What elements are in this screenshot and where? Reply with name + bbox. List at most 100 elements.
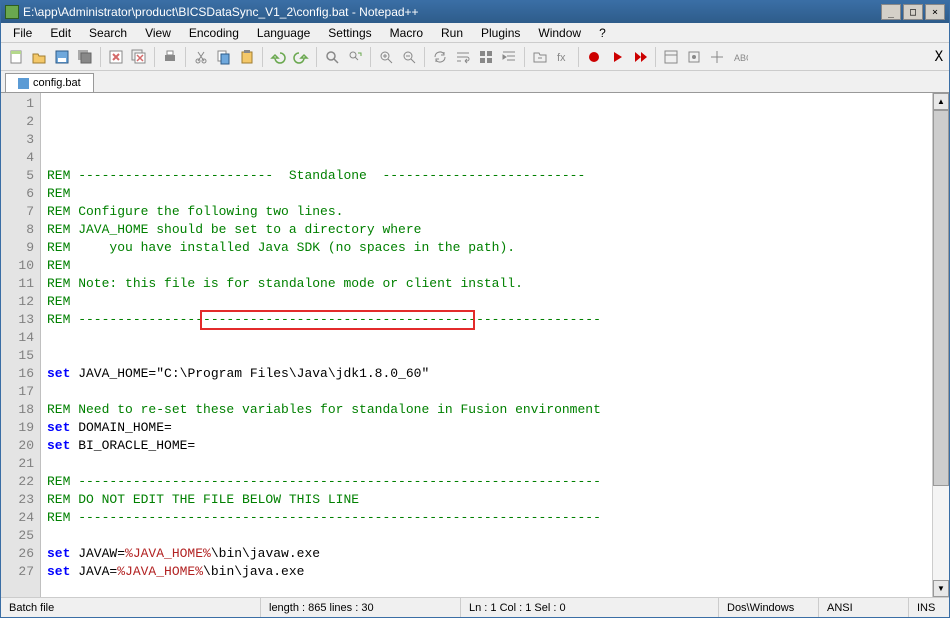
statusbar: Batch file length : 865 lines : 30 Ln : … — [1, 597, 949, 617]
code-line[interactable]: set JAVA_HOME="C:\Program Files\Java\jdk… — [47, 365, 926, 383]
line-number: 14 — [3, 329, 34, 347]
svg-text:fx: fx — [557, 52, 566, 64]
play-button[interactable] — [606, 46, 628, 68]
save-icon — [54, 49, 70, 65]
open-button[interactable] — [28, 46, 50, 68]
misc2-button[interactable] — [683, 46, 705, 68]
status-eol: Dos\Windows — [719, 598, 819, 617]
folder-icon — [532, 49, 548, 65]
code-line[interactable] — [47, 527, 926, 545]
maximize-button[interactable]: □ — [903, 4, 923, 20]
close-button[interactable] — [105, 46, 127, 68]
code-line[interactable]: set DOMAIN_HOME= — [47, 419, 926, 437]
close-document-button[interactable]: X — [935, 49, 943, 65]
code-line[interactable] — [47, 455, 926, 473]
code-line[interactable]: REM — [47, 185, 926, 203]
paste-icon — [239, 49, 255, 65]
paste-button[interactable] — [236, 46, 258, 68]
menu-window[interactable]: Window — [530, 24, 589, 42]
svg-text:ABC: ABC — [734, 53, 748, 63]
minimize-button[interactable]: _ — [881, 4, 901, 20]
scroll-thumb[interactable] — [933, 110, 949, 486]
func-button[interactable]: fx — [552, 46, 574, 68]
line-number: 23 — [3, 491, 34, 509]
code-line[interactable]: REM — [47, 257, 926, 275]
folder-button[interactable] — [529, 46, 551, 68]
window-title: E:\app\Administrator\product\BICSDataSyn… — [23, 5, 881, 19]
menu-run[interactable]: Run — [433, 24, 471, 42]
scroll-up-button[interactable]: ▲ — [933, 93, 949, 110]
line-number: 16 — [3, 365, 34, 383]
code-line[interactable]: REM — [47, 293, 926, 311]
misc4-button[interactable]: ABC — [729, 46, 751, 68]
menu-edit[interactable]: Edit — [42, 24, 79, 42]
code-line[interactable]: set JAVA=%JAVA_HOME%\bin\java.exe — [47, 563, 926, 581]
code-line[interactable]: REM ------------------------------------… — [47, 509, 926, 527]
scroll-down-button[interactable]: ▼ — [933, 580, 949, 597]
sync-button[interactable] — [429, 46, 451, 68]
tab-config-bat[interactable]: config.bat — [5, 73, 94, 92]
menu-language[interactable]: Language — [249, 24, 318, 42]
redo-button[interactable] — [290, 46, 312, 68]
code-line[interactable]: set BI_ORACLE_HOME= — [47, 437, 926, 455]
find-icon — [324, 49, 340, 65]
save-button[interactable] — [51, 46, 73, 68]
code-line[interactable]: REM ------------------------------------… — [47, 473, 926, 491]
misc3-button[interactable] — [706, 46, 728, 68]
zoomout-button[interactable] — [398, 46, 420, 68]
wrap-button[interactable] — [452, 46, 474, 68]
code-line[interactable]: REM you have installed Java SDK (no spac… — [47, 239, 926, 257]
code-area[interactable]: REM ------------------------- Standalone… — [41, 93, 932, 597]
rec-button[interactable] — [583, 46, 605, 68]
line-number: 11 — [3, 275, 34, 293]
zoomin-button[interactable] — [375, 46, 397, 68]
menu-help[interactable]: ? — [591, 24, 614, 42]
scroll-track[interactable] — [933, 110, 949, 580]
copy-button[interactable] — [213, 46, 235, 68]
code-line[interactable]: set JAVAW=%JAVA_HOME%\bin\javaw.exe — [47, 545, 926, 563]
new-button[interactable] — [5, 46, 27, 68]
cut-button[interactable] — [190, 46, 212, 68]
code-line[interactable]: REM ------------------------------------… — [47, 311, 926, 329]
menu-view[interactable]: View — [137, 24, 179, 42]
undo-button[interactable] — [267, 46, 289, 68]
copy-icon — [216, 49, 232, 65]
all-button[interactable] — [475, 46, 497, 68]
close-button[interactable]: × — [925, 4, 945, 20]
vertical-scrollbar[interactable]: ▲ ▼ — [932, 93, 949, 597]
menu-encoding[interactable]: Encoding — [181, 24, 247, 42]
code-line[interactable]: REM Need to re-set these variables for s… — [47, 401, 926, 419]
all-icon — [478, 49, 494, 65]
playm-icon — [632, 49, 648, 65]
indent-button[interactable] — [498, 46, 520, 68]
func-icon: fx — [555, 49, 571, 65]
code-line[interactable] — [47, 149, 926, 167]
code-line[interactable] — [47, 383, 926, 401]
menu-plugins[interactable]: Plugins — [473, 24, 528, 42]
playm-button[interactable] — [629, 46, 651, 68]
code-line[interactable] — [47, 347, 926, 365]
code-line[interactable]: REM Note: this file is for standalone mo… — [47, 275, 926, 293]
code-line[interactable] — [47, 329, 926, 347]
line-gutter: 1234567891011121314151617181920212223242… — [1, 93, 41, 597]
replace-button[interactable] — [344, 46, 366, 68]
code-line[interactable]: REM DO NOT EDIT THE FILE BELOW THIS LINE — [47, 491, 926, 509]
find-button[interactable] — [321, 46, 343, 68]
line-number: 8 — [3, 221, 34, 239]
code-line[interactable]: REM Configure the following two lines. — [47, 203, 926, 221]
print-button[interactable] — [159, 46, 181, 68]
closeall-button[interactable] — [128, 46, 150, 68]
line-number: 24 — [3, 509, 34, 527]
line-number: 19 — [3, 419, 34, 437]
redo-icon — [293, 49, 309, 65]
code-line[interactable]: REM JAVA_HOME should be set to a directo… — [47, 221, 926, 239]
code-line[interactable] — [47, 581, 926, 597]
file-icon — [18, 78, 29, 89]
code-line[interactable]: REM ------------------------- Standalone… — [47, 167, 926, 185]
saveall-button[interactable] — [74, 46, 96, 68]
misc1-button[interactable] — [660, 46, 682, 68]
menu-settings[interactable]: Settings — [320, 24, 379, 42]
menu-macro[interactable]: Macro — [382, 24, 431, 42]
menu-file[interactable]: File — [5, 24, 40, 42]
menu-search[interactable]: Search — [81, 24, 135, 42]
